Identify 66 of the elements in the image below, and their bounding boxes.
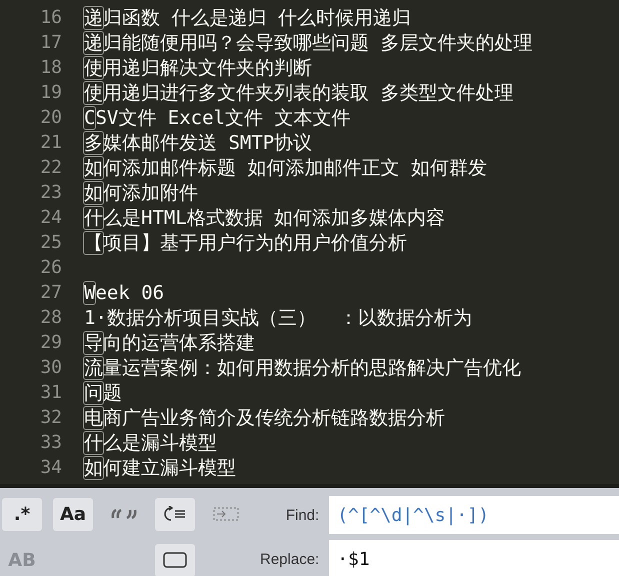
line-number: 18 bbox=[39, 57, 62, 78]
line-number: 33 bbox=[39, 432, 62, 453]
match-highlight: W bbox=[83, 280, 96, 304]
line-number: 19 bbox=[39, 82, 62, 103]
code-line: 如何添加附件 bbox=[84, 180, 198, 206]
code-line: 多媒体邮件发送 SMTP协议 bbox=[84, 130, 312, 156]
match-highlight: 使 bbox=[83, 56, 104, 80]
match-highlight: 如 bbox=[83, 180, 104, 204]
match-highlight: 多 bbox=[83, 130, 104, 154]
match-highlight: C bbox=[83, 106, 96, 130]
code-line: 1·数据分析项目实战（三） ：以数据分析为 bbox=[84, 306, 472, 330]
match-highlight: 使 bbox=[83, 80, 104, 104]
wrap-icon bbox=[164, 506, 186, 522]
code-line: 如何添加邮件标题 如何添加邮件正文 如何群发 bbox=[84, 154, 487, 180]
code-line: Week 06 bbox=[84, 280, 164, 304]
line-number: 23 bbox=[39, 182, 62, 203]
option-toggle[interactable]: Aa bbox=[53, 498, 93, 530]
replace-field[interactable]: ·$1 bbox=[329, 540, 619, 576]
rectangle-icon bbox=[163, 552, 187, 568]
line-number: 16 bbox=[39, 7, 62, 28]
line-number: 21 bbox=[39, 132, 62, 153]
match-highlight: 流 bbox=[83, 356, 104, 380]
code-line: 导向的运营体系搭建 bbox=[84, 330, 255, 356]
line-number: 24 bbox=[39, 207, 62, 228]
line-number: 22 bbox=[39, 157, 62, 178]
match-highlight: 问 bbox=[83, 380, 104, 404]
find-label: Find: bbox=[284, 506, 320, 524]
code-line: 什么是HTML格式数据 如何添加多媒体内容 bbox=[84, 204, 446, 230]
code-line: 使用递归解决文件夹的判断 bbox=[84, 54, 312, 80]
line-number: 29 bbox=[39, 332, 62, 353]
code-line: 递归函数 什么是递归 什么时候用递归 bbox=[84, 4, 411, 30]
option-toggle[interactable]: .* bbox=[2, 498, 42, 530]
highlight-toggle[interactable] bbox=[155, 544, 195, 576]
match-highlight: 如 bbox=[83, 156, 104, 180]
quotes-icon bbox=[111, 508, 137, 520]
match-highlight: 递 bbox=[83, 30, 104, 54]
line-number: 34 bbox=[39, 457, 62, 478]
line-number: 28 bbox=[39, 307, 62, 328]
line-number: 20 bbox=[39, 107, 62, 128]
code-line: 【项目】基于用户行为的用户价值分析 bbox=[84, 230, 407, 256]
line-number: 26 bbox=[39, 257, 62, 278]
code-line: 如何建立漏斗模型 bbox=[84, 454, 236, 480]
find-field[interactable]: (^[^\d|^\s|·]) bbox=[329, 496, 619, 534]
line-number: 31 bbox=[39, 382, 62, 403]
match-highlight: 导 bbox=[83, 330, 104, 354]
code-line: 递归能随便用吗？会导致哪些问题 多层文件夹的处理 bbox=[84, 30, 532, 56]
code-line: 问题 bbox=[84, 380, 122, 406]
code-line: 什么是漏斗模型 bbox=[84, 430, 217, 456]
line-number: 17 bbox=[39, 32, 62, 53]
code-line: 流量运营案例：如何用数据分析的思路解决广告优化 bbox=[84, 354, 521, 380]
match-highlight: 电 bbox=[83, 406, 104, 430]
wrap-toggle[interactable] bbox=[155, 498, 195, 530]
match-highlight: 递 bbox=[83, 6, 104, 30]
code-line: 电商广告业务简介及传统分析链路数据分析 bbox=[84, 404, 445, 430]
code-line: 使用递归进行多文件夹列表的装取 多类型文件处理 bbox=[84, 80, 514, 106]
line-number: 30 bbox=[39, 357, 62, 378]
match-highlight: 什 bbox=[83, 206, 104, 230]
replace-label: Replace: bbox=[260, 550, 320, 568]
line-number: 27 bbox=[39, 282, 62, 303]
code-line: CSV文件 Excel文件 文本文件 bbox=[84, 104, 350, 130]
match-highlight: 如 bbox=[83, 456, 104, 480]
match-highlight: 什 bbox=[83, 430, 104, 454]
line-number: 25 bbox=[39, 232, 62, 253]
in-selection-icon bbox=[213, 506, 239, 522]
line-number: 32 bbox=[39, 407, 62, 428]
match-highlight: 【 bbox=[83, 230, 104, 254]
